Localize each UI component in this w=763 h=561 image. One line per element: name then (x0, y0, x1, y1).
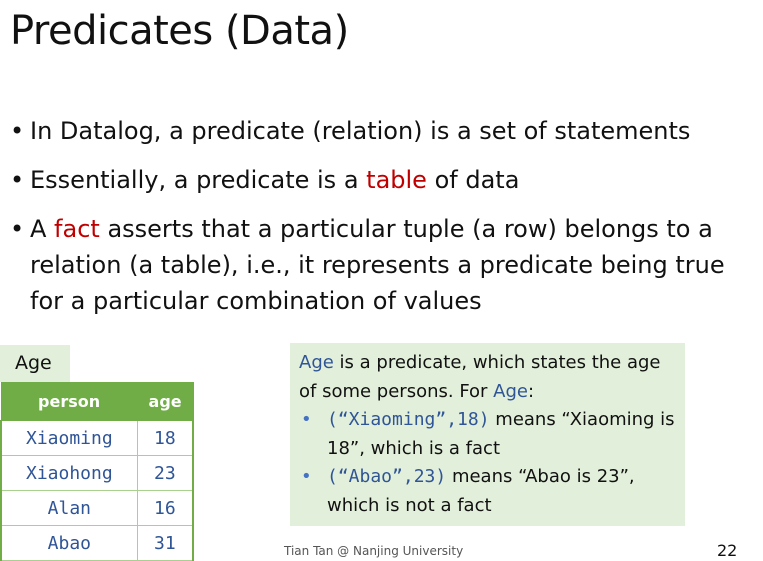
bullet-text: asserts that a particular tuple (a row) … (30, 215, 725, 315)
table-header-row: person age (0, 382, 194, 421)
column-header-age: age (136, 382, 194, 421)
age-cell: 18 (136, 420, 194, 456)
note-text: : (528, 380, 535, 402)
note-text: is a predicate, which states the age of … (299, 352, 661, 402)
table-row: Abao 31 (0, 525, 194, 561)
note-list-item: (“Abao”,23) means “Abao is 23”, which is… (299, 463, 677, 520)
bullet-item: A fact asserts that a particular tuple (… (8, 211, 763, 319)
note-list-item: (“Xiaoming”,18) means “Xiaoming is 18”, … (299, 406, 677, 463)
slide-footer: Tian Tan @ Nanjing University (284, 544, 464, 558)
table-row: Xiaohong 23 (0, 455, 194, 491)
bullet-item: In Datalog, a predicate (relation) is a … (8, 113, 763, 150)
note-intro: Age is a predicate, which states the age… (299, 349, 677, 406)
age-cell: 23 (136, 455, 194, 491)
tuple-code: (“Xiaoming”,18) (327, 409, 490, 430)
predicate-name: Age (493, 380, 528, 402)
page-number: 22 (717, 541, 738, 560)
person-cell: Xiaoming (0, 420, 138, 456)
bullet-text: A (30, 215, 55, 243)
table-name-label: Age (0, 345, 70, 382)
person-cell: Alan (0, 490, 138, 526)
age-cell: 16 (136, 490, 194, 526)
explanation-box: Age is a predicate, which states the age… (290, 343, 685, 526)
column-header-person: person (0, 382, 138, 421)
person-cell: Xiaohong (0, 455, 138, 491)
tuple-code: (“Abao”,23) (327, 466, 447, 487)
age-cell: 31 (136, 525, 194, 561)
bullet-item: Essentially, a predicate is a table of d… (8, 162, 763, 199)
slide-title: Predicates (Data) (10, 8, 349, 54)
highlight-table: table (366, 166, 427, 194)
bullet-text: Essentially, a predicate is a (30, 166, 367, 194)
table-row: Xiaoming 18 (0, 420, 194, 456)
highlight-fact: fact (54, 215, 100, 243)
age-table: person age Xiaoming 18 Xiaohong 23 Alan … (0, 382, 194, 561)
person-cell: Abao (0, 525, 138, 561)
bullet-text: In Datalog, a predicate (relation) is a … (30, 117, 691, 145)
table-row: Alan 16 (0, 490, 194, 526)
bullet-text: of data (426, 166, 520, 194)
bullet-list: In Datalog, a predicate (relation) is a … (8, 113, 763, 331)
predicate-name: Age (299, 352, 334, 373)
